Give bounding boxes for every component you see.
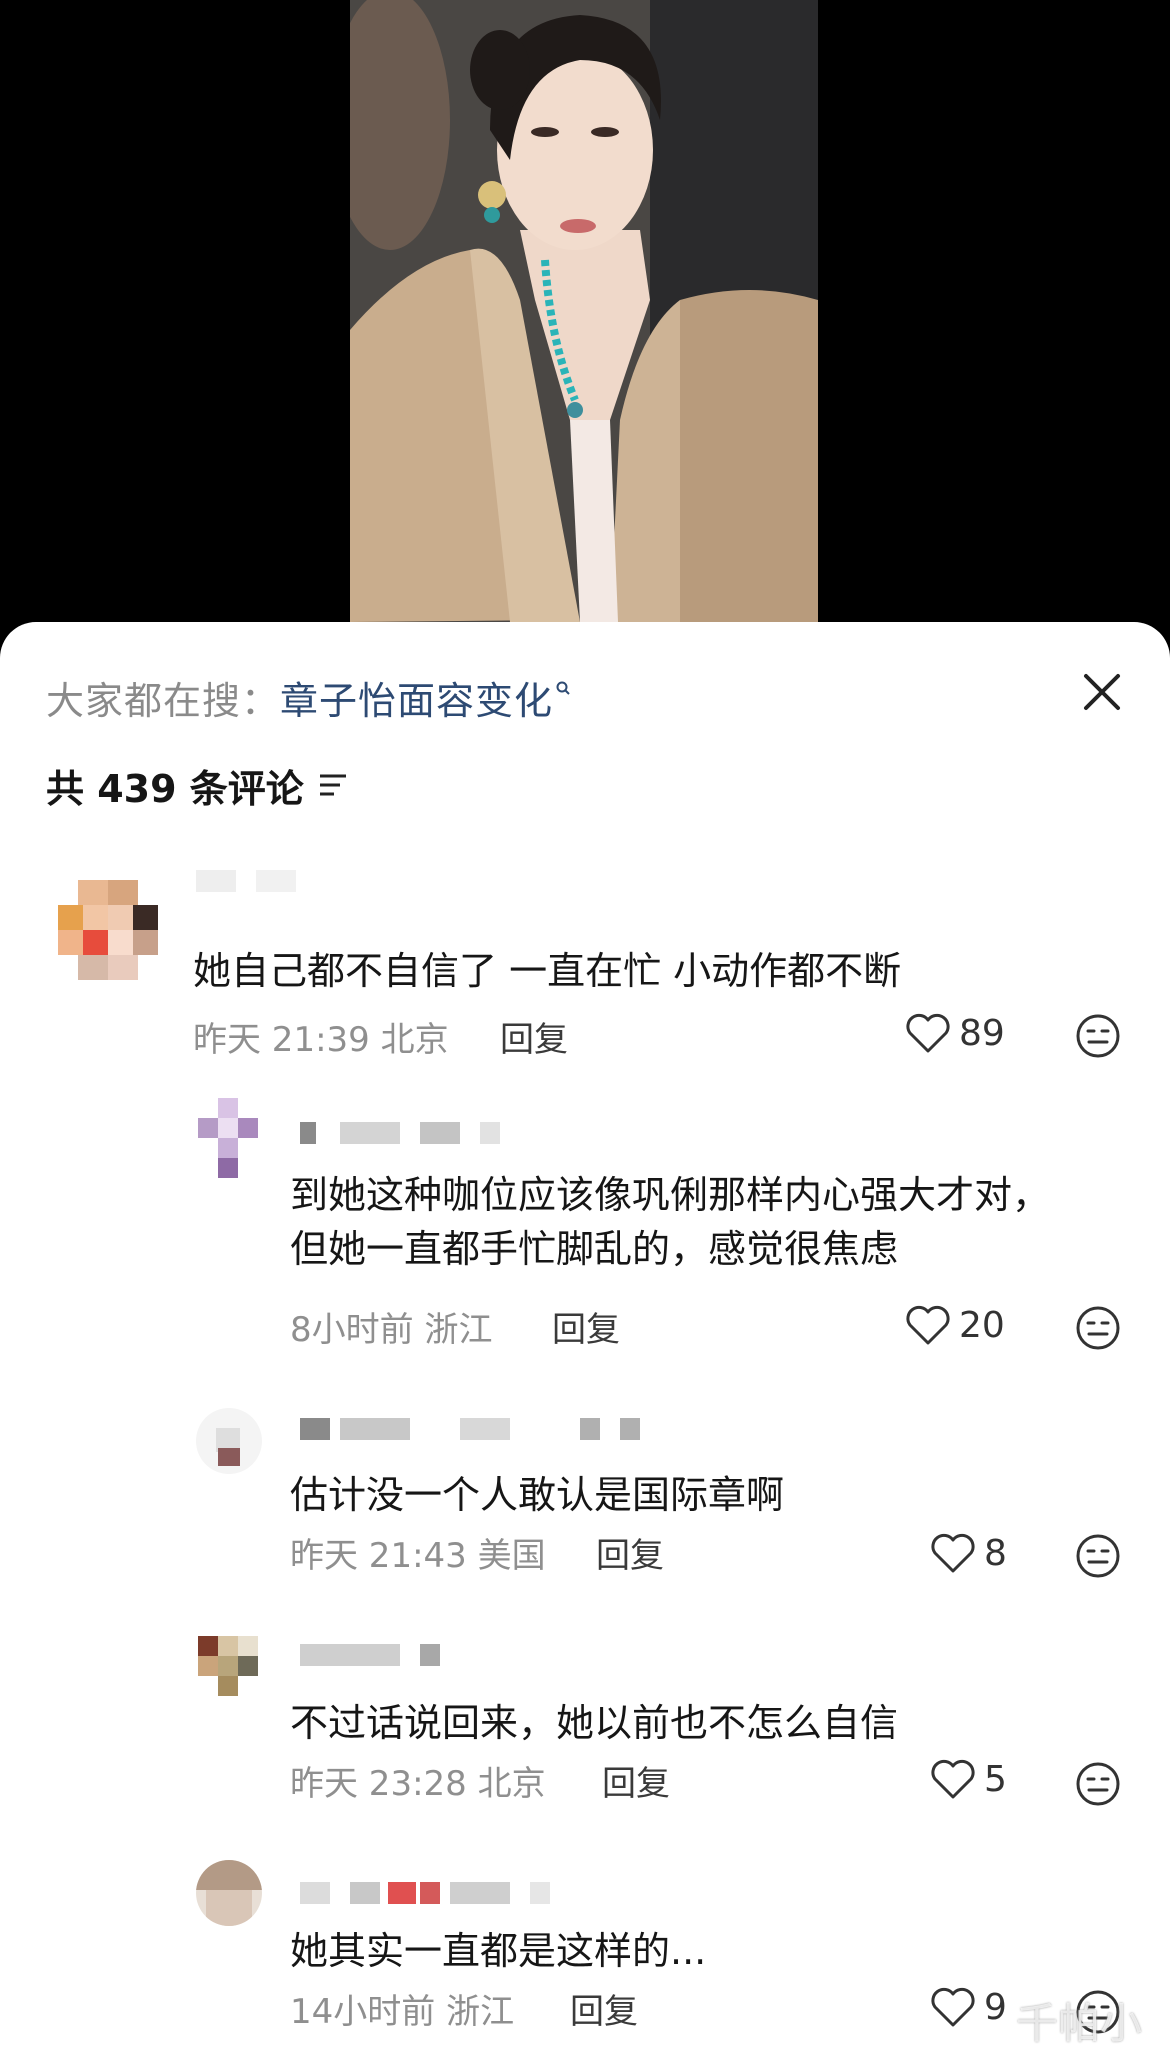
heart-icon	[931, 1987, 975, 2027]
comment-count: 共 439 条评论	[46, 766, 304, 811]
username-blurred[interactable]	[300, 1882, 560, 1904]
emoji-icon[interactable]	[1074, 1304, 1122, 1352]
avatar[interactable]	[196, 1860, 262, 1926]
comments-sheet: 大家都在搜： 章子怡面容变化 共 439 条评论 她自己都不自信了 一直在忙 小…	[0, 622, 1170, 2070]
avatar[interactable]	[196, 1408, 262, 1474]
heart-icon	[906, 1013, 950, 1053]
like-count: 89	[959, 1012, 1005, 1054]
comment-count-header: 共 439 条评论	[46, 760, 348, 811]
emoji-icon[interactable]	[1074, 1012, 1122, 1060]
like-button[interactable]: 5	[930, 1758, 1007, 1800]
heart-icon	[931, 1759, 975, 1799]
like-count: 9	[984, 1986, 1007, 2028]
username-blurred[interactable]	[300, 1122, 540, 1144]
like-count: 20	[959, 1304, 1005, 1346]
post-photo[interactable]	[350, 0, 818, 622]
close-icon[interactable]	[1080, 670, 1124, 714]
search-suggestion[interactable]: 大家都在搜： 章子怡面容变化	[46, 670, 571, 725]
username-blurred[interactable]	[300, 1418, 640, 1440]
comment-text: 她其实一直都是这样的...	[290, 1929, 707, 1973]
comment-text: 估计没一个人敢认是国际章啊	[290, 1473, 785, 1517]
reply-button[interactable]: 回复	[602, 1756, 670, 1805]
heart-icon	[906, 1305, 950, 1345]
emoji-icon[interactable]	[1074, 1760, 1122, 1808]
comment-text-line: 但她一直都手忙脚乱的，感觉很焦虑	[290, 1227, 899, 1271]
comment-meta: 昨天 21:39 北京	[193, 1020, 449, 1060]
heart-icon	[931, 1533, 975, 1573]
avatar[interactable]	[198, 1636, 280, 1696]
video-area	[0, 0, 1170, 630]
reply-button[interactable]: 回复	[552, 1302, 620, 1351]
sort-icon[interactable]	[318, 772, 348, 798]
comment-text: 不过话说回来，她以前也不怎么自信	[290, 1701, 899, 1745]
search-term-link[interactable]: 章子怡面容变化	[280, 670, 553, 725]
search-prefix: 大家都在搜：	[46, 678, 281, 723]
comment-text: 她自己都不自信了 一直在忙 小动作都不断	[193, 949, 902, 993]
username-blurred[interactable]	[300, 1644, 460, 1666]
like-button[interactable]: 8	[930, 1532, 1007, 1574]
like-count: 8	[984, 1532, 1007, 1574]
watermark: 千帕小	[1016, 1999, 1143, 2048]
comment-text-line: 到她这种咖位应该像巩俐那样内心强大才对，	[290, 1173, 1051, 1217]
like-count: 5	[984, 1758, 1007, 1800]
comment-meta: 昨天 21:43 美国	[290, 1536, 546, 1576]
emoji-icon[interactable]	[1074, 1532, 1122, 1580]
reply-button[interactable]: 回复	[596, 1528, 664, 1577]
comment-meta: 8小时前 浙江	[290, 1310, 493, 1350]
avatar[interactable]	[58, 880, 158, 980]
like-button[interactable]: 89	[905, 1012, 1005, 1054]
avatar[interactable]	[198, 1098, 280, 1180]
comment-meta: 昨天 23:28 北京	[290, 1764, 546, 1804]
username-blurred[interactable]	[196, 870, 316, 892]
like-button[interactable]: 20	[905, 1304, 1005, 1346]
reply-button[interactable]: 回复	[500, 1012, 568, 1061]
search-icon	[556, 681, 570, 695]
like-button[interactable]: 9	[930, 1986, 1007, 2028]
reply-button[interactable]: 回复	[570, 1984, 638, 2033]
comment-meta: 14小时前 浙江	[290, 1992, 515, 2032]
